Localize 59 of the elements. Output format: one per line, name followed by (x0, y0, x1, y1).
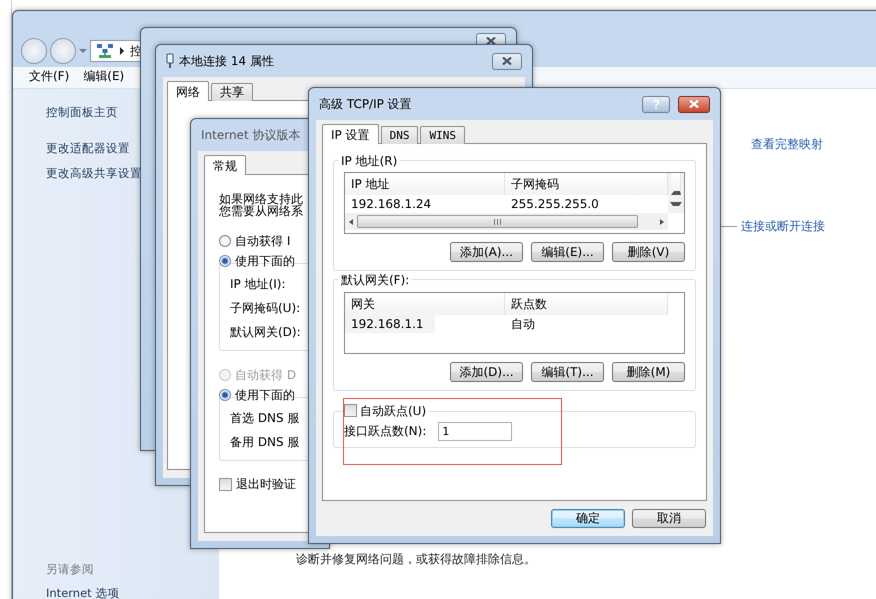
dialog-button[interactable]: 取消 (632, 509, 706, 528)
description-text: 如果网络支持此 您需要从网络系 (219, 193, 304, 217)
table-cell-text: 自动 (510, 316, 536, 331)
window-title: 高级 TCP/IP 设置 (319, 96, 412, 112)
scroll-up-button[interactable] (668, 173, 684, 196)
table-cell: 192.168.1.1 (345, 314, 435, 333)
dialog-button[interactable]: 删除(M) (612, 362, 685, 382)
input-field[interactable]: 1 (438, 422, 512, 442)
column-header[interactable]: IP 地址 (345, 173, 505, 196)
column-header[interactable]: 子网掩码 (505, 173, 668, 196)
scroll-right-icon[interactable] (660, 218, 664, 225)
close-button[interactable] (492, 52, 522, 70)
scrollbar-thumb[interactable] (357, 215, 638, 228)
group-title: IP 地址(R) (338, 154, 400, 168)
dialog-button[interactable]: 编辑(E)... (531, 242, 604, 262)
menu-item[interactable]: 编辑(E) (83, 69, 124, 86)
tab[interactable]: WINS (420, 126, 465, 144)
help-button[interactable] (642, 96, 670, 112)
field-label: 默认网关(D): (230, 324, 302, 341)
table-cell-text: 255.255.255.0 (510, 197, 600, 212)
group-title: 默认网关(F): (338, 273, 412, 288)
network-icon (96, 43, 114, 59)
help-icon (652, 98, 660, 110)
dialog-button[interactable]: 删除(V) (612, 242, 685, 262)
grip-icon (494, 218, 501, 225)
close-icon (502, 57, 512, 65)
table-cell-text: 192.168.1.24 (350, 197, 432, 212)
window-title: 本地连接 14 属性 (179, 54, 274, 68)
link[interactable]: 连接或断开连接 (741, 219, 825, 234)
dialog-button[interactable]: 确定 (551, 509, 625, 528)
dialog-button[interactable]: 添加(D)... (450, 362, 523, 382)
close-icon (689, 100, 699, 108)
field-label: 首选 DNS 服 (230, 410, 300, 427)
window-title: Internet 协议版本 (201, 128, 300, 142)
tab[interactable]: 网络 (167, 81, 209, 101)
field-label: 子网掩码(U): (230, 300, 302, 317)
tab[interactable]: 常规 (204, 155, 246, 175)
field-label: IP 地址(I): (230, 276, 287, 293)
link[interactable]: 查看完整映射 (751, 137, 876, 152)
description-text: 诊断并修复网络问题，或获得故障排除信息。 (296, 552, 537, 566)
column-header[interactable]: 跃点数 (505, 292, 668, 315)
section-heading: 另请参阅 (46, 563, 95, 578)
close-button[interactable] (678, 96, 710, 112)
menu-item[interactable]: 文件(F) (29, 69, 70, 86)
dialog-button[interactable]: 添加(A)... (450, 242, 523, 262)
tab[interactable]: 共享 (211, 83, 253, 101)
tab[interactable]: DNS (380, 126, 418, 144)
tab[interactable]: IP 设置 (322, 124, 379, 144)
scroll-down-button[interactable] (668, 195, 684, 214)
field-label: 备用 DNS 服 (230, 434, 300, 451)
dialog-button[interactable]: 编辑(T)... (531, 362, 604, 382)
chevron-icon (120, 47, 124, 55)
connector-icon (166, 53, 174, 69)
scroll-up-icon (671, 173, 681, 196)
field-label: 接口跃点数(N): (344, 424, 426, 439)
column-header[interactable]: 网关 (345, 292, 505, 315)
sidebar-link[interactable]: Internet 选项 (46, 587, 219, 599)
scroll-left-icon[interactable] (349, 218, 353, 225)
scroll-down-icon (670, 202, 682, 206)
